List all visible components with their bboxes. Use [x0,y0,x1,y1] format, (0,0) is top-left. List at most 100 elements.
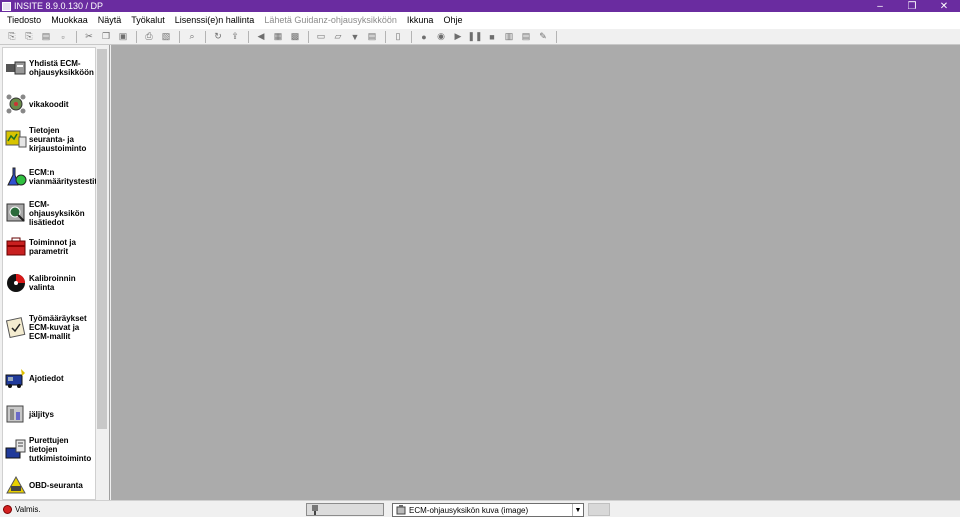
pause-icon[interactable]: ❚❚ [467,30,483,43]
refresh-icon: ↻ [214,31,222,41]
trip-data-icon [5,369,25,388]
toolbar-separator [136,30,137,43]
ecm-info-icon [6,203,25,222]
print-preview-icon: ▧ [161,31,171,41]
ecm-image-select-value: ECM-ohjausyksikön kuva (image) [409,505,529,515]
fault-codes-icon [6,94,26,114]
copy-icon: ❐ [101,31,111,41]
chevron-down-icon[interactable]: ▼ [572,504,583,516]
table-icon[interactable]: ▤ [364,30,380,43]
toolbar-separator [556,30,557,43]
plug-icon [312,505,318,515]
sidebar-item-data-monitor[interactable]: Tietojen seuranta- ja kirjaustoiminto [3,124,97,154]
sidebar-item-ecm-info[interactable]: ECM-ohjausyksikön lisätiedot [3,199,97,227]
filter-icon[interactable]: ▼ [347,30,363,43]
data-monitor-icon [5,130,27,148]
menu-nayta[interactable]: Näytä [93,12,127,28]
toolbar-separator [76,30,77,43]
sidebar-item-trip-data[interactable]: Ajotiedot [3,366,97,390]
megaphone-icon[interactable]: ◀ [253,30,269,43]
toolbar-separator [205,30,206,43]
menu-laheta-guidanz: Lähetä Guidanz-ohjausyksikköön [264,15,397,25]
sidebar-item-label: Ajotiedot [29,373,64,383]
sidebar-item-label: Kalibroinnin valinta [29,274,76,292]
restore-button[interactable]: ❐ [896,0,928,12]
document-icon[interactable]: ▯ [390,30,406,43]
window-title: INSITE 8.9.0.130 / DP [14,1,104,11]
disconnect-icon: ⎘ [25,31,33,41]
sidebar-item-label: jäljitys [29,409,54,419]
nav-list: Yhdistä ECM-ohjausyksikköön vikakoodit T… [2,47,97,500]
new-icon: ▫ [61,31,65,42]
toolbar-separator [248,30,249,43]
log-icon[interactable]: ▥ [501,30,517,43]
menu-ikkuna[interactable]: Ikkuna [402,12,439,28]
print-icon: ⎙ [145,31,153,41]
stop-icon[interactable]: ■ [484,30,500,43]
work-order-icon [5,317,26,338]
ecm-connect-icon [6,61,26,75]
menu-bar: Tiedosto Muokkaa Näytä Työkalut Lisenssi… [0,12,960,28]
connection-status-icon [3,504,12,514]
export-icon: ⇪ [231,31,239,41]
save-all-icon[interactable]: ▦ [270,30,286,43]
sidebar-item-connect-ecm[interactable]: Yhdistä ECM-ohjausyksikköön [3,54,97,82]
ecm-image-select[interactable]: ECM-ohjausyksikön kuva (image) ▼ [392,503,584,517]
sidebar-item-label: ECM:n vianmääritystestit [29,168,98,186]
sidebar-item-obd-monitor[interactable]: OBD-seuranta [3,472,97,498]
sidebar-item-label: OBD-seuranta [29,480,83,490]
close-button[interactable]: ✕ [928,0,960,12]
sidebar-item-label: Yhdistä ECM-ohjausyksikköön [29,59,94,77]
menu-tiedosto[interactable]: Tiedosto [2,12,46,28]
sidebar-item-functions-parameters[interactable]: Toiminnot ja parametrit [3,234,97,260]
folder-icon[interactable]: ▭ [313,30,329,43]
play-icon[interactable]: ▶ [450,30,466,43]
toolbox-icon [6,237,26,256]
status-text: Valmis. [15,504,41,514]
menu-tyokalut[interactable]: Työkalut [126,12,170,28]
sidebar: Yhdistä ECM-ohjausyksikköön vikakoodit T… [0,45,110,500]
sidebar-item-extracted-data[interactable]: Purettujen tietojen tutkimistoiminto [3,434,97,464]
sidebar-item-label: Toiminnot ja parametrit [29,238,76,256]
menu-muokkaa[interactable]: Muokkaa [46,12,93,28]
properties-icon: ▤ [41,31,51,41]
folder-open-icon[interactable]: ▱ [330,30,346,43]
sidebar-item-label: vikakoodit [29,99,69,109]
cut-icon: ✂ [85,31,93,41]
toolbar-separator [411,30,412,43]
pause-record-icon[interactable]: ◉ [433,30,449,43]
toolbar-separator [385,30,386,43]
sidebar-item-label: Tietojen seuranta- ja kirjaustoiminto [29,125,87,153]
calibration-disc-icon [7,274,25,292]
extracted-data-icon [5,439,26,459]
sidebar-item-work-orders[interactable]: Työmääräykset ECM-kuvat ja ECM-mallit [3,312,97,342]
connect-icon: ⎘ [8,31,16,41]
report-icon[interactable]: ▤ [518,30,534,43]
find-icon: ⌕ [189,31,195,41]
trace-icon [6,405,24,423]
title-bar: INSITE 8.9.0.130 / DP – ❐ ✕ [0,0,960,12]
sidebar-item-label: ECM-ohjausyksikön lisätiedot [29,199,85,227]
sidebar-item-diagnostic-tests[interactable]: ECM:n vianmääritystestit [3,162,97,192]
app-icon [2,1,11,11]
edit-icon[interactable]: ✎ [535,30,551,43]
tools-icon[interactable]: ▩ [287,30,303,43]
sidebar-item-calibration[interactable]: Kalibroinnin valinta [3,270,97,296]
sidebar-item-label: Työmääräykset ECM-kuvat ja ECM-mallit [29,313,87,341]
sidebar-item-trace[interactable]: jäljitys [3,402,97,426]
minimize-button[interactable]: – [864,0,896,12]
menu-lisenssien-hallinta[interactable]: Lisenssi(e)n hallinta [170,12,260,28]
diagnostic-flask-icon [7,167,27,186]
mdi-workspace [111,45,960,500]
sidebar-scroll-thumb[interactable] [97,49,107,429]
toolbar: ⎘ ⎘ ▤ ▫ ✂ ❐ ▣ ⎙ ▧ ⌕ ↻ ⇪ ◀ ▦ ▩ ▭ ▱ ▼ ▤ ▯ … [0,28,960,45]
sidebar-scrollbar[interactable] [96,47,108,500]
toolbar-separator [308,30,309,43]
obd-monitor-icon [6,475,26,494]
record-icon[interactable]: ● [416,30,432,43]
sidebar-item-fault-codes[interactable]: vikakoodit [3,92,97,116]
menu-ohje[interactable]: Ohje [438,12,467,28]
connection-indicator [306,503,384,516]
paste-icon: ▣ [118,31,128,41]
status-panel [588,503,610,516]
